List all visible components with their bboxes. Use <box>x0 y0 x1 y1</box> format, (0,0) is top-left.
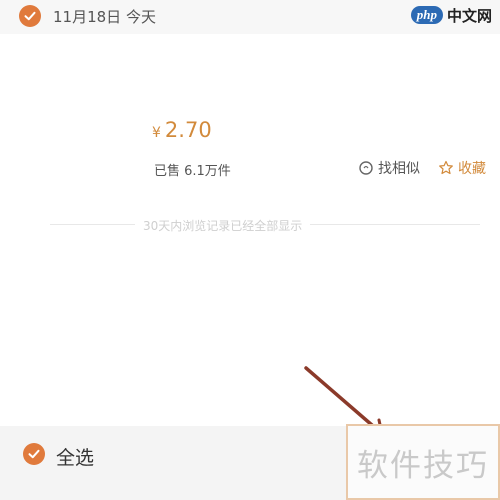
date-header: 11月18日 今天 php 中文网 <box>0 0 500 34</box>
select-all-checkbox[interactable] <box>23 443 45 465</box>
site-logo: php 中文网 <box>410 3 492 27</box>
search-similar-icon <box>359 161 373 175</box>
sold-count: 已售 6.1万件 <box>154 164 231 179</box>
watermark-text: 软件技巧 <box>357 447 489 484</box>
price-value: 2.70 <box>164 118 212 142</box>
favorite-label: 收藏 <box>458 161 486 177</box>
favorite-button[interactable]: 收藏 <box>438 158 486 178</box>
history-notice: 30天内浏览记录已经全部显示 <box>135 217 311 234</box>
date-select-checkbox[interactable] <box>19 5 41 27</box>
watermark-box: 软件技巧 <box>346 424 500 500</box>
star-icon <box>439 160 453 175</box>
find-similar-label: 找相似 <box>378 161 420 177</box>
date-label: 11月18日 今天 <box>53 8 156 26</box>
currency-symbol: ¥ <box>152 125 161 141</box>
item-price: ¥2.70 <box>152 118 212 142</box>
find-similar-button[interactable]: 找相似 <box>358 158 420 178</box>
select-all-label[interactable]: 全选 <box>56 443 94 470</box>
checkmark-icon <box>24 11 36 21</box>
checkmark-icon <box>28 449 40 459</box>
logo-text: 中文网 <box>446 6 492 25</box>
logo-badge: php <box>410 6 443 24</box>
